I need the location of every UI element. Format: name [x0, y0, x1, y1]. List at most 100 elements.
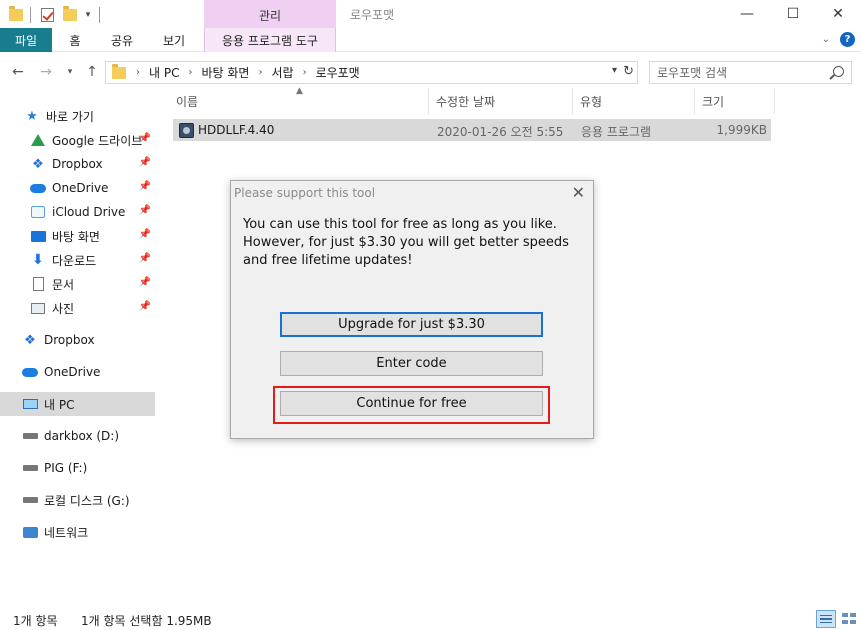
help-icon[interactable]: ?: [840, 32, 855, 47]
column-divider[interactable]: [572, 88, 573, 114]
sidebar-item-network[interactable]: 네트워크: [0, 520, 155, 544]
close-button[interactable]: ✕: [815, 0, 861, 28]
ribbon-tabs: 파일 홈 공유 보기 응용 프로그램 도구 ⌄ ?: [0, 28, 861, 52]
sidebar-item-label: 사진: [52, 301, 75, 316]
pin-icon[interactable]: 📌: [139, 157, 151, 168]
navigation-pane: ★ 바로 가기 Google 드라이브 📌 ❖ Dropbox 📌 OneDri…: [0, 96, 157, 601]
address-dropdown-icon[interactable]: ▾: [612, 65, 617, 76]
search-input[interactable]: 로우포맷 검색: [649, 61, 852, 84]
download-icon: ⬇: [32, 252, 44, 268]
sidebar-item-drive-f[interactable]: PIG (F:): [0, 456, 155, 480]
expand-ribbon-icon[interactable]: ⌄: [822, 34, 830, 45]
sidebar-item-label: 문서: [52, 277, 75, 292]
sidebar-item-drive-g[interactable]: 로컬 디스크 (G:): [0, 488, 155, 512]
pin-icon[interactable]: 📌: [139, 301, 151, 312]
breadcrumb-current[interactable]: 로우포맷: [316, 64, 360, 81]
chevron-right-icon: ›: [188, 67, 193, 78]
sidebar-item-google-drive[interactable]: Google 드라이브 📌: [0, 128, 155, 152]
pin-icon[interactable]: 📌: [139, 181, 151, 192]
tab-share[interactable]: 공유: [104, 28, 140, 52]
divider: [99, 7, 100, 23]
column-header-type[interactable]: 유형: [580, 88, 602, 114]
sidebar-item-pictures[interactable]: 사진 📌: [0, 296, 155, 320]
sidebar-item-downloads[interactable]: ⬇ 다운로드 📌: [0, 248, 155, 272]
refresh-icon[interactable]: ↻: [623, 64, 634, 79]
sidebar-item-icloud-drive[interactable]: iCloud Drive 📌: [0, 200, 155, 224]
column-divider[interactable]: [694, 88, 695, 114]
new-folder-icon[interactable]: [62, 5, 78, 25]
column-divider[interactable]: [428, 88, 429, 114]
pin-icon[interactable]: 📌: [139, 253, 151, 264]
upgrade-button[interactable]: Upgrade for just $3.30: [280, 312, 543, 337]
sidebar-item-quick-access[interactable]: ★ 바로 가기: [0, 104, 155, 128]
search-icon[interactable]: [833, 66, 844, 77]
onedrive-icon: [30, 183, 46, 193]
table-row[interactable]: HDDLLF.4.40 2020-01-26 오전 5:55 응용 프로그램 1…: [173, 119, 771, 141]
dialog-message: You can use this tool for free as long a…: [243, 217, 569, 268]
pin-icon[interactable]: 📌: [139, 277, 151, 288]
file-size: 1,999KB: [716, 123, 767, 137]
drive-icon: [22, 465, 38, 471]
up-arrow-icon[interactable]: ↑: [83, 62, 101, 82]
maximize-button[interactable]: ☐: [770, 0, 816, 28]
sidebar-item-dropbox[interactable]: ❖ Dropbox 📌: [0, 152, 155, 176]
title-bar: ▾ 관리 로우포맷 — ☐ ✕: [0, 0, 861, 30]
network-icon: [22, 526, 38, 538]
sidebar-item-desktop[interactable]: 바탕 화면 📌: [0, 224, 155, 248]
sidebar-item-label: Dropbox: [52, 157, 103, 171]
file-modified: 2020-01-26 오전 5:55: [437, 125, 564, 139]
folder-icon: [112, 63, 126, 79]
pin-icon[interactable]: 📌: [139, 133, 151, 144]
tab-view[interactable]: 보기: [156, 28, 192, 52]
sidebar-item-dropbox-root[interactable]: ❖ Dropbox: [0, 328, 155, 352]
enter-code-button[interactable]: Enter code: [280, 351, 543, 376]
customize-toolbar-icon[interactable]: ▾: [82, 5, 94, 25]
dropbox-icon: ❖: [24, 332, 36, 348]
sidebar-item-label: darkbox (D:): [44, 429, 120, 443]
highlight-box: [273, 386, 550, 424]
column-divider[interactable]: [774, 88, 775, 114]
this-pc-icon: [22, 399, 38, 409]
chevron-right-icon: ›: [302, 67, 307, 78]
icloud-drive-icon: [31, 206, 45, 218]
dialog-title: Please support this tool: [234, 186, 376, 200]
column-header-size[interactable]: 크기: [702, 88, 724, 114]
dropbox-icon: ❖: [32, 156, 44, 172]
chevron-right-icon: ›: [136, 67, 140, 78]
breadcrumb-desktop[interactable]: 바탕 화면: [201, 64, 249, 81]
close-icon[interactable]: ✕: [572, 183, 585, 202]
address-bar[interactable]: › 내 PC › 바탕 화면 › 서랍 › 로우포맷 ▾ ↻: [105, 61, 638, 84]
column-header-name[interactable]: 이름: [176, 88, 198, 114]
star-icon: ★: [26, 108, 38, 124]
details-view-icon[interactable]: [816, 610, 836, 628]
sidebar-item-documents[interactable]: 문서 📌: [0, 272, 155, 296]
folder-icon[interactable]: [8, 5, 24, 25]
window-title: 로우포맷: [350, 8, 395, 22]
recent-locations-icon[interactable]: ▾: [63, 62, 77, 82]
drive-icon: [22, 433, 38, 439]
divider: [30, 7, 31, 23]
pin-icon[interactable]: 📌: [139, 229, 151, 240]
tab-home[interactable]: 홈: [60, 28, 90, 52]
desktop-icon: [30, 230, 46, 242]
document-icon: [32, 277, 44, 291]
large-icons-view-icon[interactable]: [839, 610, 859, 628]
forward-arrow-icon[interactable]: →: [36, 62, 56, 82]
onedrive-icon: [22, 367, 38, 377]
back-arrow-icon[interactable]: ←: [8, 62, 28, 82]
breadcrumb-drawer[interactable]: 서랍: [271, 64, 293, 81]
tab-file[interactable]: 파일: [0, 28, 52, 52]
properties-icon[interactable]: [39, 5, 55, 25]
tab-app-tools[interactable]: 응용 프로그램 도구: [204, 28, 336, 52]
sidebar-item-onedrive-root[interactable]: OneDrive: [0, 360, 155, 384]
minimize-button[interactable]: —: [724, 0, 770, 28]
status-bar: 1개 항목 1개 항목 선택함 1.95MB: [0, 608, 861, 630]
sidebar-item-onedrive[interactable]: OneDrive 📌: [0, 176, 155, 200]
column-header-modified[interactable]: 수정한 날짜: [436, 88, 495, 114]
sidebar-item-drive-d[interactable]: darkbox (D:): [0, 424, 155, 448]
sidebar-item-this-pc[interactable]: 내 PC: [0, 392, 155, 416]
pin-icon[interactable]: 📌: [139, 205, 151, 216]
breadcrumb-this-pc[interactable]: 내 PC: [149, 64, 179, 81]
file-type: 응용 프로그램: [581, 125, 652, 139]
sidebar-item-label: PIG (F:): [44, 461, 88, 475]
